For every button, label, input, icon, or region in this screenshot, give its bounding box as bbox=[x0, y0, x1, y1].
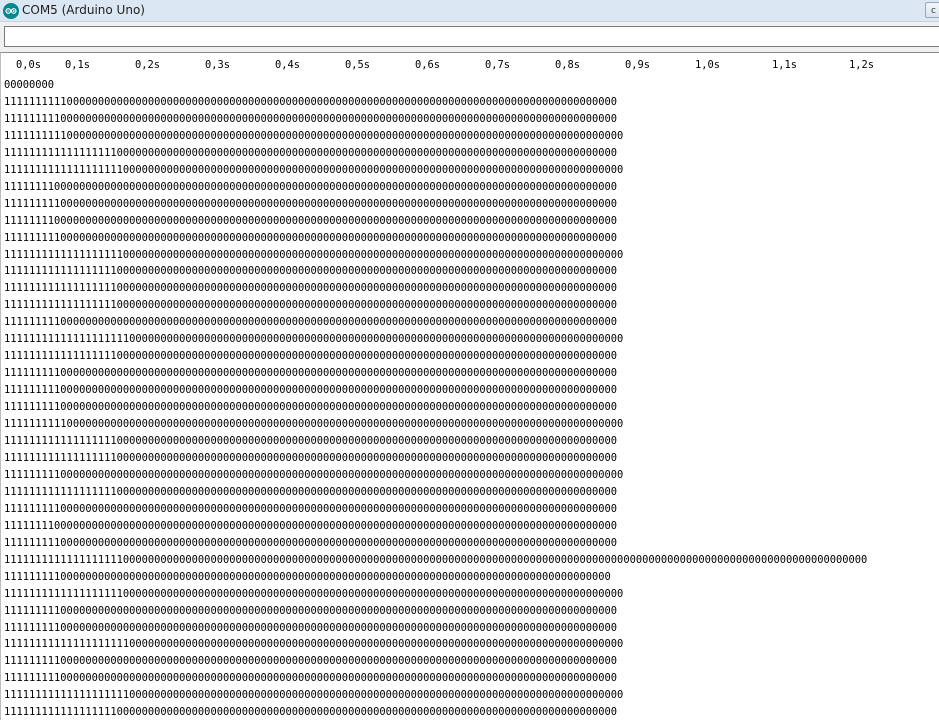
serial-line: 1111111111111111110000000000000000000000… bbox=[4, 299, 618, 312]
time-tick-label: 0,8s bbox=[555, 59, 581, 71]
serial-line: 1111111111111111111100000000000000000000… bbox=[4, 689, 624, 702]
serial-line: 1111111111111111111000000000000000000000… bbox=[4, 587, 624, 600]
time-tick-label: 0,4s bbox=[275, 59, 301, 71]
serial-line: 1111111110000000000000000000000000000000… bbox=[4, 570, 611, 583]
serial-line: 1111111111111111110000000000000000000000… bbox=[4, 706, 618, 719]
time-tick-label: 0,6s bbox=[415, 59, 441, 71]
serial-line: 1111111110000000000000000000000000000000… bbox=[4, 655, 618, 668]
serial-line: 1111111111000000000000000000000000000000… bbox=[4, 95, 618, 108]
serial-line: 1111111110000000000000000000000000000000… bbox=[4, 536, 618, 549]
serial-line: 1111111110000000000000000000000000000000… bbox=[4, 672, 618, 685]
serial-line: 1111111100000000000000000000000000000000… bbox=[4, 214, 618, 227]
time-tick-label: 1,1s bbox=[772, 59, 798, 71]
serial-line: 1111111100000000000000000000000000000000… bbox=[4, 519, 618, 532]
serial-output[interactable]: 0,0s 0,1s 0,2s 0,3s 0,4s 0,5s 0,6s 0,7s 0,8s 0,9s… bbox=[0, 52, 939, 720]
serial-line: 1111111111111111110000000000000000000000… bbox=[4, 485, 618, 498]
serial-line: 1111111110000000000000000000000000000000… bbox=[4, 367, 618, 380]
serial-line: 1111111111111111110000000000000000000000… bbox=[4, 451, 618, 464]
time-tick-label: 0,9s bbox=[625, 59, 651, 71]
serial-line: 1111111111111111110000000000000000000000… bbox=[4, 350, 618, 363]
serial-line: 1111111111111111110000000000000000000000… bbox=[4, 282, 618, 295]
arduino-logo-icon bbox=[3, 3, 19, 19]
serial-line: 00000000 bbox=[4, 79, 55, 91]
serial-line: 1111111111000000000000000000000000000000… bbox=[4, 129, 624, 142]
time-tick-label: 0,3s bbox=[205, 59, 231, 71]
time-tick-label: 0,5s bbox=[345, 59, 371, 71]
serial-line: 1111111111111111111100000000000000000000… bbox=[4, 333, 624, 346]
serial-line: 1111111110000000000000000000000000000000… bbox=[4, 197, 618, 210]
serial-line: 1111111111111111110000000000000000000000… bbox=[4, 146, 618, 159]
serial-line: 1111111111111111110000000000000000000000… bbox=[4, 265, 618, 278]
serial-line: 1111111111111111111100000000000000000000… bbox=[4, 638, 624, 651]
serial-line: 1111111110000000000000000000000000000000… bbox=[4, 384, 618, 397]
serial-line: 1111111111111111111000000000000000000000… bbox=[4, 553, 868, 566]
serial-line: 1111111111111111110000000000000000000000… bbox=[4, 435, 618, 448]
serial-line: 1111111110000000000000000000000000000000… bbox=[4, 621, 618, 634]
serial-line: 1111111111111111111000000000000000000000… bbox=[4, 248, 624, 261]
time-tick-label: 1,0s bbox=[695, 59, 721, 71]
window-control-button[interactable]: c bbox=[925, 2, 939, 18]
serial-line: 1111111110000000000000000000000000000000… bbox=[4, 468, 624, 481]
serial-line: 1111111110000000000000000000000000000000… bbox=[4, 604, 618, 617]
title-bar: COM5 (Arduino Uno) c bbox=[0, 0, 939, 22]
send-input[interactable] bbox=[4, 26, 939, 47]
serial-line: 1111111111000000000000000000000000000000… bbox=[4, 418, 624, 431]
serial-line: 1111111110000000000000000000000000000000… bbox=[4, 401, 618, 414]
serial-line: 1111111100000000000000000000000000000000… bbox=[4, 180, 618, 193]
serial-log: 00000000 11111111110000000000000000000000… bbox=[4, 77, 867, 720]
serial-line: 1111111110000000000000000000000000000000… bbox=[4, 316, 618, 329]
serial-line: 1111111110000000000000000000000000000000… bbox=[4, 231, 618, 244]
time-axis-header: 0,0s 0,1s 0,2s 0,3s 0,4s 0,5s 0,6s 0,7s 0,8s 0,9s… bbox=[1, 59, 939, 73]
time-tick-label: 0,2s bbox=[135, 59, 161, 71]
time-tick-label: 0,1s bbox=[65, 59, 91, 71]
time-tick-label: 1,2s bbox=[849, 59, 875, 71]
send-bar bbox=[0, 22, 939, 52]
time-tick-label: 0,7s bbox=[485, 59, 511, 71]
serial-line: 1111111110000000000000000000000000000000… bbox=[4, 502, 618, 515]
time-tick-label: 0,0s bbox=[16, 59, 42, 71]
window-title: COM5 (Arduino Uno) bbox=[22, 3, 145, 17]
serial-line: 1111111111111111111000000000000000000000… bbox=[4, 163, 624, 176]
serial-line: 1111111110000000000000000000000000000000… bbox=[4, 112, 618, 125]
